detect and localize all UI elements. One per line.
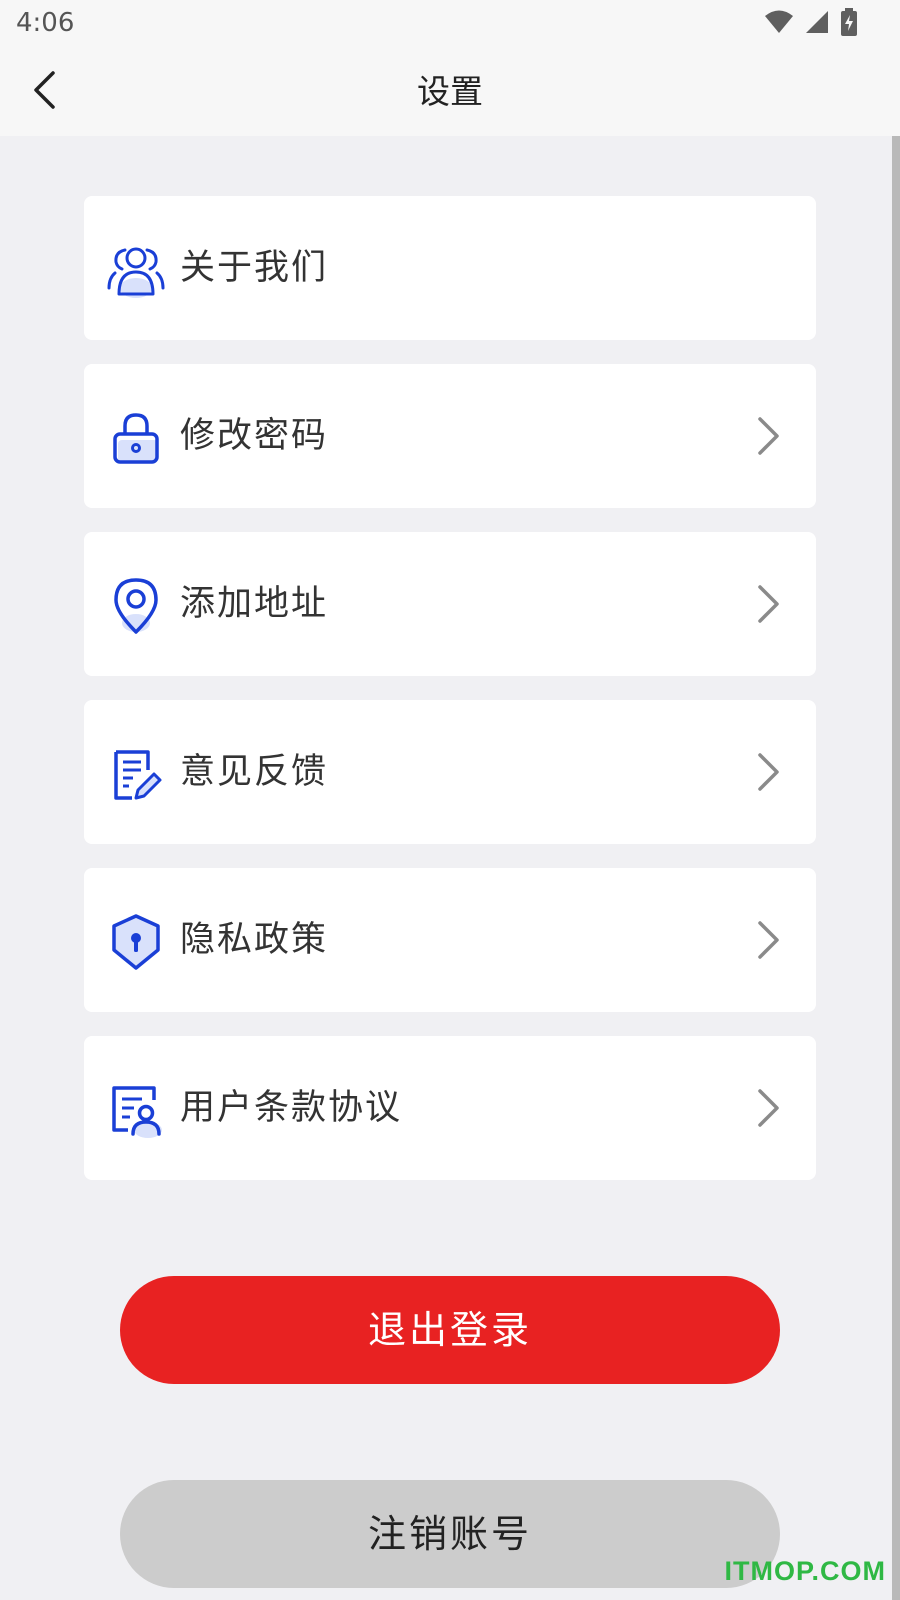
setting-item-privacy-policy[interactable]: 隐私政策: [84, 868, 816, 1012]
setting-label: 用户条款协议: [180, 1088, 403, 1128]
setting-label: 修改密码: [180, 416, 329, 456]
chevron-right-icon: [750, 414, 786, 458]
page-title: 设置: [417, 72, 483, 111]
nav-bar: 设置: [0, 48, 900, 136]
setting-item-about-us[interactable]: 关于我们: [84, 196, 816, 340]
back-button[interactable]: [22, 70, 66, 114]
chevron-right-icon: [750, 582, 786, 626]
users-icon: [106, 240, 166, 300]
setting-label: 添加地址: [180, 584, 329, 624]
scrollbar-thumb[interactable]: [892, 136, 900, 1600]
chevron-right-icon: [750, 750, 786, 794]
battery-charging-icon: [840, 8, 858, 40]
privacy-shield-icon: [106, 912, 166, 972]
back-chevron-icon: [32, 70, 56, 114]
settings-list: 关于我们 修改密码 添加地址 意见反馈 隐私政策 用户条款协议: [84, 196, 816, 1204]
chevron-right-icon: [750, 1086, 786, 1130]
lock-icon: [106, 408, 166, 468]
setting-item-user-agreement[interactable]: 用户条款协议: [84, 1036, 816, 1180]
user-agreement-icon: [106, 1080, 166, 1140]
chevron-right-icon: [750, 918, 786, 962]
logout-button[interactable]: 退出登录: [120, 1276, 780, 1384]
watermark-logo: ITMOP.COM: [724, 1556, 886, 1586]
setting-item-change-password[interactable]: 修改密码: [84, 364, 816, 508]
setting-item-add-address[interactable]: 添加地址: [84, 532, 816, 676]
feedback-edit-icon: [106, 744, 166, 804]
setting-label: 隐私政策: [180, 920, 329, 960]
setting-label: 关于我们: [180, 248, 329, 288]
status-icons: [764, 8, 858, 40]
status-time: 4:06: [16, 8, 75, 38]
cancel-account-button[interactable]: 注销账号: [120, 1480, 780, 1588]
status-bar: 4:06: [0, 0, 900, 48]
location-pin-icon: [106, 576, 166, 636]
setting-label: 意见反馈: [180, 752, 329, 792]
setting-item-feedback[interactable]: 意见反馈: [84, 700, 816, 844]
wifi-icon: [764, 9, 794, 39]
signal-icon: [804, 9, 830, 39]
